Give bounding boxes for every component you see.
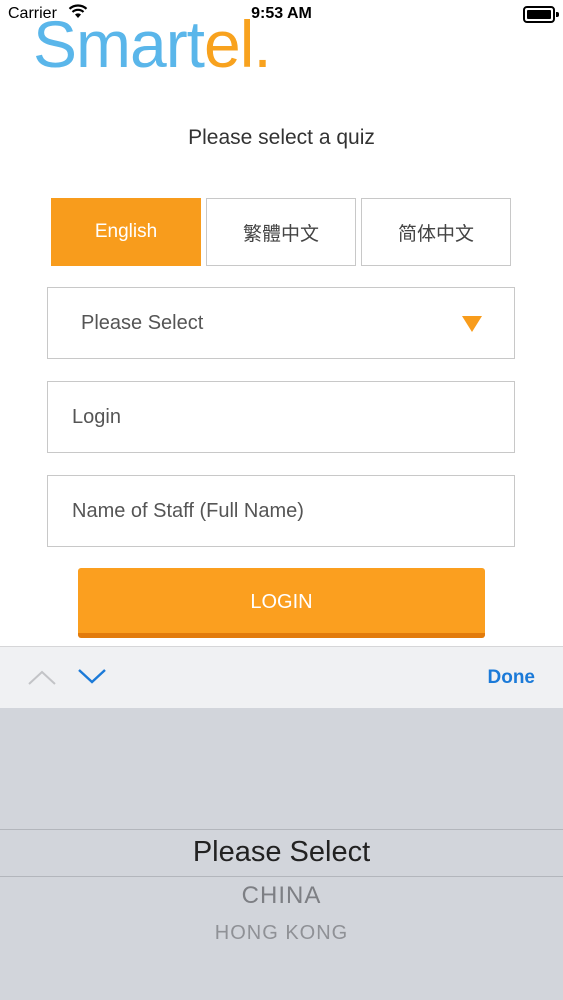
chevron-down-icon[interactable]: [76, 667, 108, 687]
logo-text-accent: el.: [204, 7, 272, 81]
quiz-select-value: Please Select: [81, 311, 204, 334]
logo-text-primary: Smart: [33, 7, 205, 81]
language-selector: English 繁體中文 简体中文: [51, 198, 512, 266]
country-picker[interactable]: Please Select CHINA HONG KONG: [0, 708, 563, 1000]
language-button-traditional-chinese[interactable]: 繁體中文: [206, 198, 356, 266]
keyboard-toolbar: Done: [0, 646, 563, 709]
picker-option-selected[interactable]: Please Select: [0, 836, 563, 869]
language-button-simplified-chinese[interactable]: 简体中文: [361, 198, 511, 266]
picker-option[interactable]: HONG KONG: [0, 922, 563, 945]
battery-icon: [523, 6, 559, 23]
app-logo: Smartel.: [33, 4, 272, 84]
language-button-english[interactable]: English: [51, 198, 201, 266]
done-button[interactable]: Done: [488, 667, 536, 689]
picker-selection-line-top: [0, 829, 563, 830]
picker-selection-line-bottom: [0, 876, 563, 877]
page-prompt: Please select a quiz: [188, 126, 375, 149]
staff-name-input[interactable]: Name of Staff (Full Name): [47, 475, 515, 547]
login-input[interactable]: Login: [47, 381, 515, 453]
login-placeholder: Login: [72, 405, 121, 428]
picker-option[interactable]: CHINA: [0, 882, 563, 910]
chevron-up-icon[interactable]: [26, 667, 58, 687]
staff-name-placeholder: Name of Staff (Full Name): [72, 499, 304, 522]
login-button[interactable]: LOGIN: [78, 568, 485, 638]
quiz-select[interactable]: Please Select: [47, 287, 515, 359]
dropdown-arrow-icon: [462, 316, 482, 332]
